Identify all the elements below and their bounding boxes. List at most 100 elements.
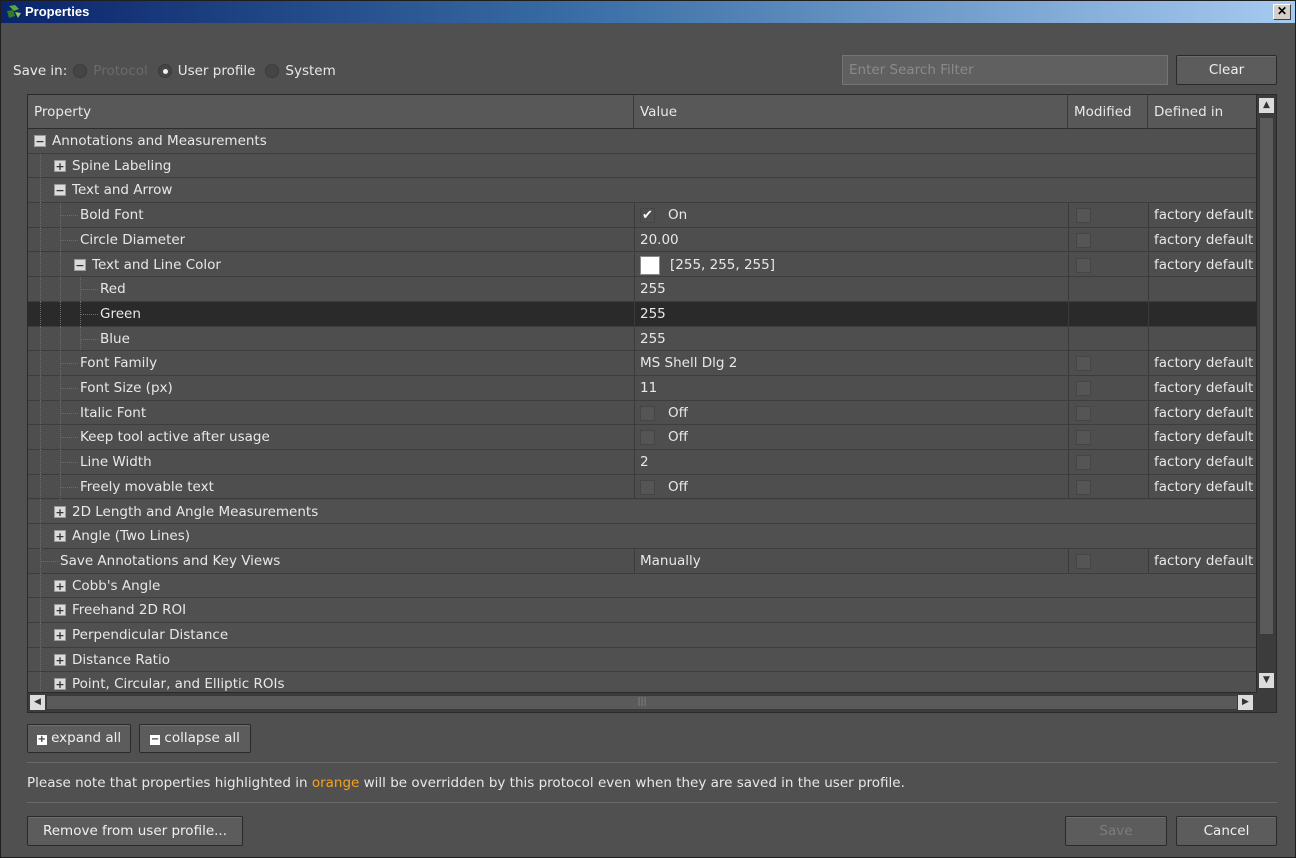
value-checkbox[interactable] — [640, 479, 655, 495]
radio-protocol[interactable]: Protocol — [73, 63, 148, 79]
expand-icon[interactable]: + — [54, 629, 66, 641]
property-row[interactable]: Font Family MS Shell Dlg 2 factory default — [28, 351, 1257, 377]
column-separator — [1148, 474, 1149, 499]
scroll-down-icon[interactable]: ▼ — [1259, 673, 1274, 688]
radio-user-profile[interactable]: User profile — [157, 63, 255, 79]
property-name: Text and Arrow — [72, 182, 173, 199]
property-row[interactable]: Line Width 2 factory default — [28, 450, 1257, 476]
clear-button[interactable]: Clear — [1176, 55, 1277, 85]
property-row[interactable]: − Text and Arrow — [28, 178, 1257, 204]
scroll-up-icon[interactable]: ▲ — [1259, 98, 1274, 113]
column-separator — [1068, 450, 1069, 475]
property-value[interactable]: 255 — [640, 277, 666, 301]
property-row[interactable]: + Distance Ratio — [28, 647, 1257, 673]
tree-guide-line — [40, 277, 41, 303]
collapse-icon[interactable]: − — [54, 184, 66, 197]
column-header-property[interactable]: Property — [28, 95, 634, 129]
color-swatch[interactable] — [640, 255, 660, 275]
title-bar: Properties ✕ — [1, 1, 1295, 23]
tree-guide-line — [40, 474, 41, 500]
property-row[interactable]: + Freehand 2D ROI — [28, 598, 1257, 624]
property-row[interactable]: + Cobb's Angle — [28, 573, 1257, 599]
expand-icon[interactable]: + — [54, 604, 66, 617]
property-value[interactable]: 11 — [640, 376, 657, 400]
collapse-all-button[interactable]: − collapse all — [139, 724, 251, 753]
property-row[interactable]: Keep tool active after usage Off factory d… — [28, 425, 1257, 451]
property-row[interactable]: +2D Length and Angle Measurements — [28, 499, 1257, 525]
tree-guide-line — [40, 326, 41, 352]
value-checkbox[interactable] — [640, 430, 655, 446]
property-value[interactable]: Off — [668, 425, 688, 449]
save-button[interactable]: Save — [1065, 816, 1167, 846]
property-value[interactable]: 2 — [640, 450, 649, 474]
property-row[interactable]: Green 255 — [28, 301, 1257, 327]
plus-box-icon: + — [36, 734, 47, 745]
property-row[interactable]: − Text and Line Color [255, 255, 255] facto… — [28, 252, 1257, 278]
collapse-icon[interactable]: − — [74, 258, 86, 271]
property-row[interactable]: Italic Font Off factory default — [28, 400, 1257, 426]
expand-icon[interactable]: + — [54, 159, 66, 172]
horizontal-scrollbar[interactable]: ◀ ||| ▶ — [28, 692, 1257, 712]
property-row[interactable]: Font Size (px) 11 factory default — [28, 376, 1257, 401]
property-name: 2D Length and Angle Measurements — [72, 503, 319, 520]
horizontal-scroll-thumb[interactable]: ||| — [46, 695, 1238, 710]
property-row[interactable]: Save Annotations and Key Views Manually fa… — [28, 548, 1257, 574]
property-row[interactable]: Freely movable text Off factory default — [28, 474, 1257, 500]
close-button[interactable]: ✕ — [1273, 4, 1291, 20]
column-separator — [634, 351, 635, 376]
property-row[interactable]: + Angle (Two Lines) — [28, 524, 1257, 550]
column-header-value[interactable]: Value — [634, 95, 1068, 129]
collapse-icon[interactable]: − — [34, 135, 46, 147]
property-row[interactable]: Bold Font ✔ On factory default — [28, 203, 1257, 229]
radio-system[interactable]: System — [265, 63, 336, 79]
remove-from-profile-button[interactable]: Remove from user profile... — [27, 816, 243, 846]
expand-icon[interactable]: + — [54, 505, 66, 518]
property-row[interactable]: − Annotations and Measurements — [28, 129, 1257, 154]
column-header-modified[interactable]: Modified — [1068, 95, 1148, 129]
modified-checkbox — [1076, 455, 1091, 471]
column-header-defined-in[interactable]: Defined in — [1148, 95, 1257, 129]
property-value[interactable]: Off — [668, 401, 688, 425]
property-value[interactable]: Off — [668, 475, 688, 499]
property-value[interactable]: On — [668, 203, 687, 227]
expand-icon[interactable]: + — [54, 530, 66, 543]
property-name: Font Size (px) — [80, 380, 173, 396]
radio-indicator — [265, 64, 280, 78]
property-row[interactable]: Blue 255 — [28, 326, 1257, 352]
column-separator — [1068, 400, 1069, 425]
defined-in-value: factory default — [1154, 231, 1254, 248]
property-value[interactable]: 20.00 — [640, 228, 679, 252]
expand-all-button[interactable]: + expand all — [27, 724, 131, 753]
property-name: Distance Ratio — [72, 651, 170, 668]
column-separator — [1148, 277, 1149, 302]
property-name: Freely movable text — [80, 478, 214, 495]
column-separator — [634, 301, 635, 326]
defined-in-value: factory default — [1154, 429, 1254, 446]
search-input[interactable]: Enter Search Filter — [842, 55, 1168, 85]
expand-icon[interactable]: + — [54, 579, 66, 592]
modified-checkbox — [1076, 257, 1091, 273]
property-value[interactable]: 255 — [640, 302, 666, 326]
property-grid: Property Value Modified Defined in − Anno… — [27, 94, 1277, 713]
property-row[interactable]: Circle Diameter 20.00 factory default — [28, 227, 1257, 253]
value-checkbox[interactable] — [640, 405, 655, 421]
property-row[interactable]: + Spine Labeling — [28, 153, 1257, 179]
note-highlight: orange — [311, 775, 360, 791]
scroll-right-icon[interactable]: ▶ — [1238, 695, 1253, 710]
vertical-scroll-thumb[interactable] — [1259, 117, 1274, 635]
property-value[interactable]: [255, 255, 255] — [670, 253, 775, 277]
expand-icon[interactable]: + — [54, 653, 66, 666]
property-row[interactable]: + Perpendicular Distance — [28, 623, 1257, 648]
property-value[interactable]: 255 — [640, 327, 666, 351]
scroll-left-icon[interactable]: ◀ — [30, 695, 45, 710]
value-checkbox[interactable]: ✔ — [640, 208, 655, 224]
property-value[interactable]: Manually — [640, 549, 701, 573]
property-value[interactable]: MS Shell Dlg 2 — [640, 351, 737, 375]
note-text-after: will be overridden by this protocol even… — [359, 775, 905, 791]
vertical-scrollbar[interactable]: ▲ ▼ — [1256, 95, 1276, 712]
column-separator — [1068, 301, 1069, 326]
property-row[interactable]: Red 255 — [28, 277, 1257, 303]
expand-icon[interactable]: + — [54, 678, 66, 691]
radio-indicator — [157, 64, 172, 78]
cancel-button[interactable]: Cancel — [1176, 816, 1277, 846]
